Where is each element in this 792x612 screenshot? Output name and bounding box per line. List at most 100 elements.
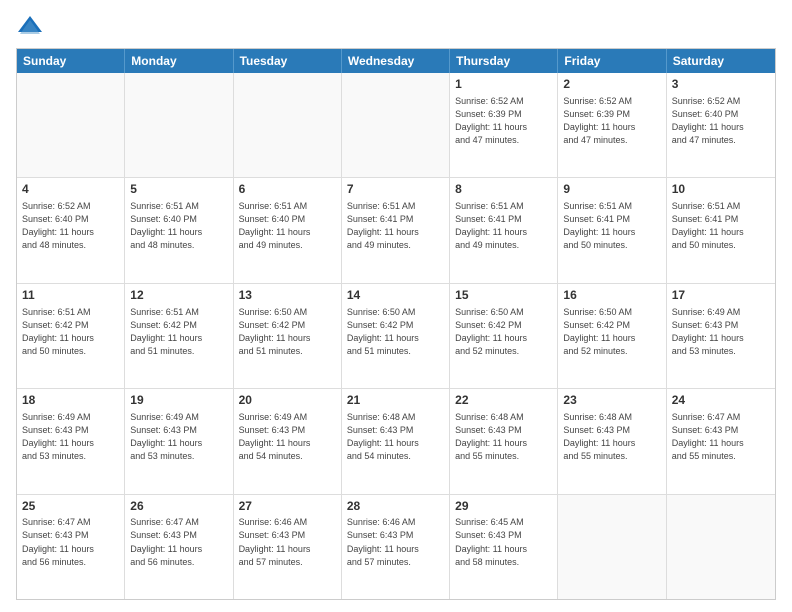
calendar-cell: 12 Sunrise: 6:51 AM Sunset: 6:42 PM Dayli…: [125, 284, 233, 388]
day-info: Sunrise: 6:48 AM Sunset: 6:43 PM Dayligh…: [347, 411, 444, 463]
weekday-header: Thursday: [450, 49, 558, 73]
day-info: Sunrise: 6:46 AM Sunset: 6:43 PM Dayligh…: [239, 516, 336, 568]
calendar-cell: 2 Sunrise: 6:52 AM Sunset: 6:39 PM Daylig…: [558, 73, 666, 177]
day-number: 5: [130, 181, 227, 198]
day-number: 28: [347, 498, 444, 515]
calendar-cell: 4 Sunrise: 6:52 AM Sunset: 6:40 PM Daylig…: [17, 178, 125, 282]
calendar-row: 1 Sunrise: 6:52 AM Sunset: 6:39 PM Daylig…: [17, 73, 775, 177]
day-number: 12: [130, 287, 227, 304]
day-number: 13: [239, 287, 336, 304]
day-info: Sunrise: 6:50 AM Sunset: 6:42 PM Dayligh…: [455, 306, 552, 358]
day-info: Sunrise: 6:52 AM Sunset: 6:40 PM Dayligh…: [672, 95, 770, 147]
calendar-cell: 19 Sunrise: 6:49 AM Sunset: 6:43 PM Dayli…: [125, 389, 233, 493]
day-info: Sunrise: 6:46 AM Sunset: 6:43 PM Dayligh…: [347, 516, 444, 568]
calendar-row: 18 Sunrise: 6:49 AM Sunset: 6:43 PM Dayli…: [17, 388, 775, 493]
day-info: Sunrise: 6:51 AM Sunset: 6:41 PM Dayligh…: [455, 200, 552, 252]
calendar-cell: 29Sunrise: 6:45 AM Sunset: 6:43 PM Dayli…: [450, 495, 558, 599]
calendar-cell: 26Sunrise: 6:47 AM Sunset: 6:43 PM Dayli…: [125, 495, 233, 599]
day-info: Sunrise: 6:49 AM Sunset: 6:43 PM Dayligh…: [22, 411, 119, 463]
calendar-cell: 5 Sunrise: 6:51 AM Sunset: 6:40 PM Daylig…: [125, 178, 233, 282]
day-number: 16: [563, 287, 660, 304]
calendar-cell: [234, 73, 342, 177]
calendar-cell: 18 Sunrise: 6:49 AM Sunset: 6:43 PM Dayli…: [17, 389, 125, 493]
weekday-header: Friday: [558, 49, 666, 73]
day-info: Sunrise: 6:51 AM Sunset: 6:41 PM Dayligh…: [347, 200, 444, 252]
day-number: 6: [239, 181, 336, 198]
day-number: 8: [455, 181, 552, 198]
calendar-cell: 1 Sunrise: 6:52 AM Sunset: 6:39 PM Daylig…: [450, 73, 558, 177]
day-number: 25: [22, 498, 119, 515]
day-info: Sunrise: 6:50 AM Sunset: 6:42 PM Dayligh…: [239, 306, 336, 358]
calendar-cell: 8 Sunrise: 6:51 AM Sunset: 6:41 PM Daylig…: [450, 178, 558, 282]
day-number: 29: [455, 498, 552, 515]
calendar-cell: 22 Sunrise: 6:48 AM Sunset: 6:43 PM Dayli…: [450, 389, 558, 493]
day-info: Sunrise: 6:48 AM Sunset: 6:43 PM Dayligh…: [563, 411, 660, 463]
day-number: 7: [347, 181, 444, 198]
day-info: Sunrise: 6:51 AM Sunset: 6:42 PM Dayligh…: [130, 306, 227, 358]
calendar-cell: 6 Sunrise: 6:51 AM Sunset: 6:40 PM Daylig…: [234, 178, 342, 282]
calendar-cell: 23 Sunrise: 6:48 AM Sunset: 6:43 PM Dayli…: [558, 389, 666, 493]
day-number: 2: [563, 76, 660, 93]
day-number: 22: [455, 392, 552, 409]
calendar-cell: 7 Sunrise: 6:51 AM Sunset: 6:41 PM Daylig…: [342, 178, 450, 282]
weekday-header: Tuesday: [234, 49, 342, 73]
day-number: 23: [563, 392, 660, 409]
calendar-cell: 3 Sunrise: 6:52 AM Sunset: 6:40 PM Daylig…: [667, 73, 775, 177]
day-info: Sunrise: 6:51 AM Sunset: 6:40 PM Dayligh…: [130, 200, 227, 252]
day-info: Sunrise: 6:50 AM Sunset: 6:42 PM Dayligh…: [563, 306, 660, 358]
calendar-cell: 21 Sunrise: 6:48 AM Sunset: 6:43 PM Dayli…: [342, 389, 450, 493]
calendar-cell: 11 Sunrise: 6:51 AM Sunset: 6:42 PM Dayli…: [17, 284, 125, 388]
day-number: 10: [672, 181, 770, 198]
day-info: Sunrise: 6:51 AM Sunset: 6:41 PM Dayligh…: [563, 200, 660, 252]
day-info: Sunrise: 6:45 AM Sunset: 6:43 PM Dayligh…: [455, 516, 552, 568]
day-number: 4: [22, 181, 119, 198]
day-number: 17: [672, 287, 770, 304]
calendar-cell: 27Sunrise: 6:46 AM Sunset: 6:43 PM Dayli…: [234, 495, 342, 599]
day-number: 26: [130, 498, 227, 515]
calendar: SundayMondayTuesdayWednesdayThursdayFrid…: [16, 48, 776, 600]
day-info: Sunrise: 6:52 AM Sunset: 6:39 PM Dayligh…: [455, 95, 552, 147]
day-info: Sunrise: 6:48 AM Sunset: 6:43 PM Dayligh…: [455, 411, 552, 463]
logo: [16, 12, 48, 40]
day-number: 18: [22, 392, 119, 409]
day-info: Sunrise: 6:51 AM Sunset: 6:41 PM Dayligh…: [672, 200, 770, 252]
calendar-row: 25Sunrise: 6:47 AM Sunset: 6:43 PM Dayli…: [17, 494, 775, 599]
calendar-cell: 28Sunrise: 6:46 AM Sunset: 6:43 PM Dayli…: [342, 495, 450, 599]
header: [16, 12, 776, 40]
day-number: 1: [455, 76, 552, 93]
day-info: Sunrise: 6:47 AM Sunset: 6:43 PM Dayligh…: [22, 516, 119, 568]
day-info: Sunrise: 6:47 AM Sunset: 6:43 PM Dayligh…: [672, 411, 770, 463]
day-info: Sunrise: 6:52 AM Sunset: 6:40 PM Dayligh…: [22, 200, 119, 252]
day-info: Sunrise: 6:49 AM Sunset: 6:43 PM Dayligh…: [239, 411, 336, 463]
day-info: Sunrise: 6:49 AM Sunset: 6:43 PM Dayligh…: [672, 306, 770, 358]
calendar-body: 1 Sunrise: 6:52 AM Sunset: 6:39 PM Daylig…: [17, 73, 775, 599]
calendar-cell: 16 Sunrise: 6:50 AM Sunset: 6:42 PM Dayli…: [558, 284, 666, 388]
calendar-cell: 9 Sunrise: 6:51 AM Sunset: 6:41 PM Daylig…: [558, 178, 666, 282]
day-number: 3: [672, 76, 770, 93]
weekday-header: Sunday: [17, 49, 125, 73]
day-info: Sunrise: 6:51 AM Sunset: 6:42 PM Dayligh…: [22, 306, 119, 358]
calendar-row: 11 Sunrise: 6:51 AM Sunset: 6:42 PM Dayli…: [17, 283, 775, 388]
day-number: 11: [22, 287, 119, 304]
page: SundayMondayTuesdayWednesdayThursdayFrid…: [0, 0, 792, 612]
day-number: 14: [347, 287, 444, 304]
day-number: 27: [239, 498, 336, 515]
day-info: Sunrise: 6:51 AM Sunset: 6:40 PM Dayligh…: [239, 200, 336, 252]
calendar-cell: [125, 73, 233, 177]
calendar-cell: 10 Sunrise: 6:51 AM Sunset: 6:41 PM Dayli…: [667, 178, 775, 282]
calendar-cell: 24Sunrise: 6:47 AM Sunset: 6:43 PM Dayli…: [667, 389, 775, 493]
day-number: 9: [563, 181, 660, 198]
day-info: Sunrise: 6:47 AM Sunset: 6:43 PM Dayligh…: [130, 516, 227, 568]
day-info: Sunrise: 6:52 AM Sunset: 6:39 PM Dayligh…: [563, 95, 660, 147]
weekday-header: Wednesday: [342, 49, 450, 73]
day-info: Sunrise: 6:49 AM Sunset: 6:43 PM Dayligh…: [130, 411, 227, 463]
calendar-cell: 20Sunrise: 6:49 AM Sunset: 6:43 PM Dayli…: [234, 389, 342, 493]
calendar-cell: [342, 73, 450, 177]
day-info: Sunrise: 6:50 AM Sunset: 6:42 PM Dayligh…: [347, 306, 444, 358]
weekday-header: Saturday: [667, 49, 775, 73]
calendar-header: SundayMondayTuesdayWednesdayThursdayFrid…: [17, 49, 775, 73]
calendar-cell: [558, 495, 666, 599]
calendar-cell: 17 Sunrise: 6:49 AM Sunset: 6:43 PM Dayli…: [667, 284, 775, 388]
day-number: 21: [347, 392, 444, 409]
day-number: 19: [130, 392, 227, 409]
